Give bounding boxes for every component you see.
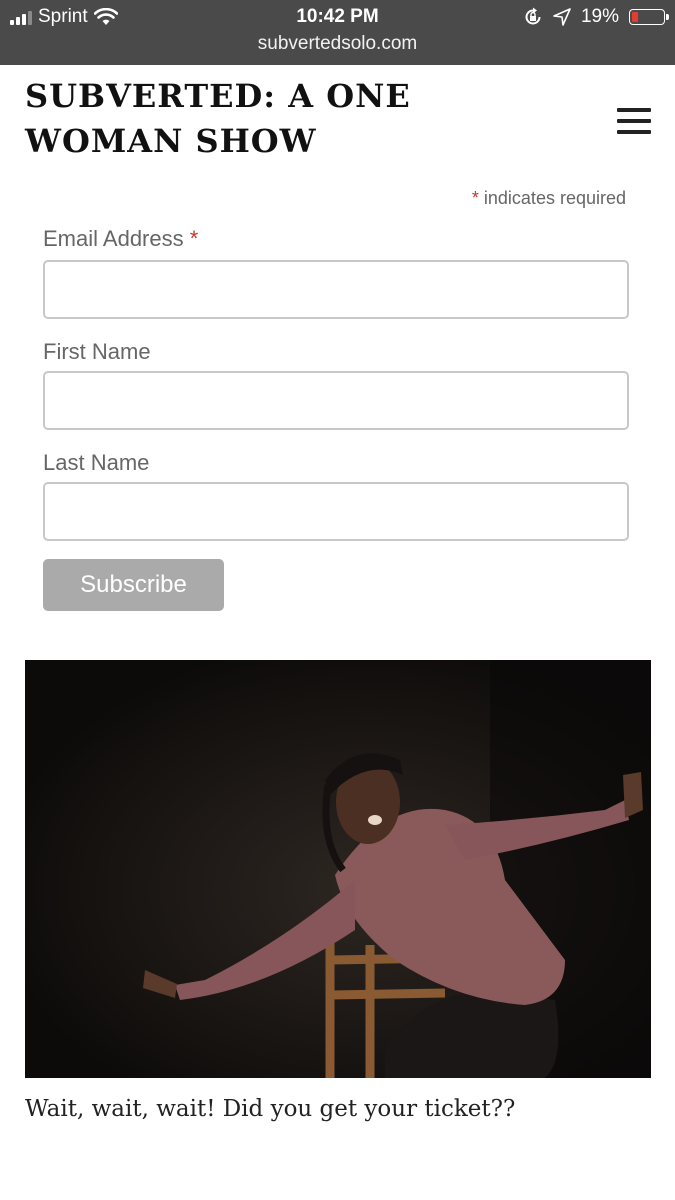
required-asterisk: * xyxy=(471,188,479,208)
required-note: * indicates required xyxy=(472,188,626,209)
first-name-label: First Name xyxy=(43,339,151,364)
last-name-label: Last Name xyxy=(43,450,150,475)
battery-icon xyxy=(629,9,669,25)
status-right: 19% xyxy=(523,6,669,28)
address-bar-url[interactable]: subvertedsolo.com xyxy=(0,33,675,55)
battery-percent: 19% xyxy=(580,6,619,27)
photo-caption: Wait, wait, wait! Did you get your ticke… xyxy=(25,1096,516,1122)
site-title[interactable]: SUBVERTED: A ONE WOMAN SHOW xyxy=(25,74,545,164)
battery-level xyxy=(632,12,638,22)
status-bar: Sprint 10:42 PM 19% subvertedsolo.com xyxy=(0,0,675,65)
orientation-lock-icon xyxy=(525,7,541,25)
hamburger-menu-icon[interactable] xyxy=(617,108,651,134)
required-note-text: indicates required xyxy=(483,188,626,208)
email-label-text: Email Address xyxy=(43,226,184,251)
location-arrow-icon xyxy=(553,8,571,26)
subscribe-button[interactable]: Subscribe xyxy=(43,559,224,611)
first-name-field[interactable] xyxy=(43,371,629,430)
email-field[interactable] xyxy=(43,260,629,319)
last-name-field[interactable] xyxy=(43,482,629,541)
email-required-asterisk: * xyxy=(189,226,199,251)
performance-photo xyxy=(25,660,651,1078)
email-label: Email Address * xyxy=(43,226,198,252)
performer-image xyxy=(25,660,651,1078)
